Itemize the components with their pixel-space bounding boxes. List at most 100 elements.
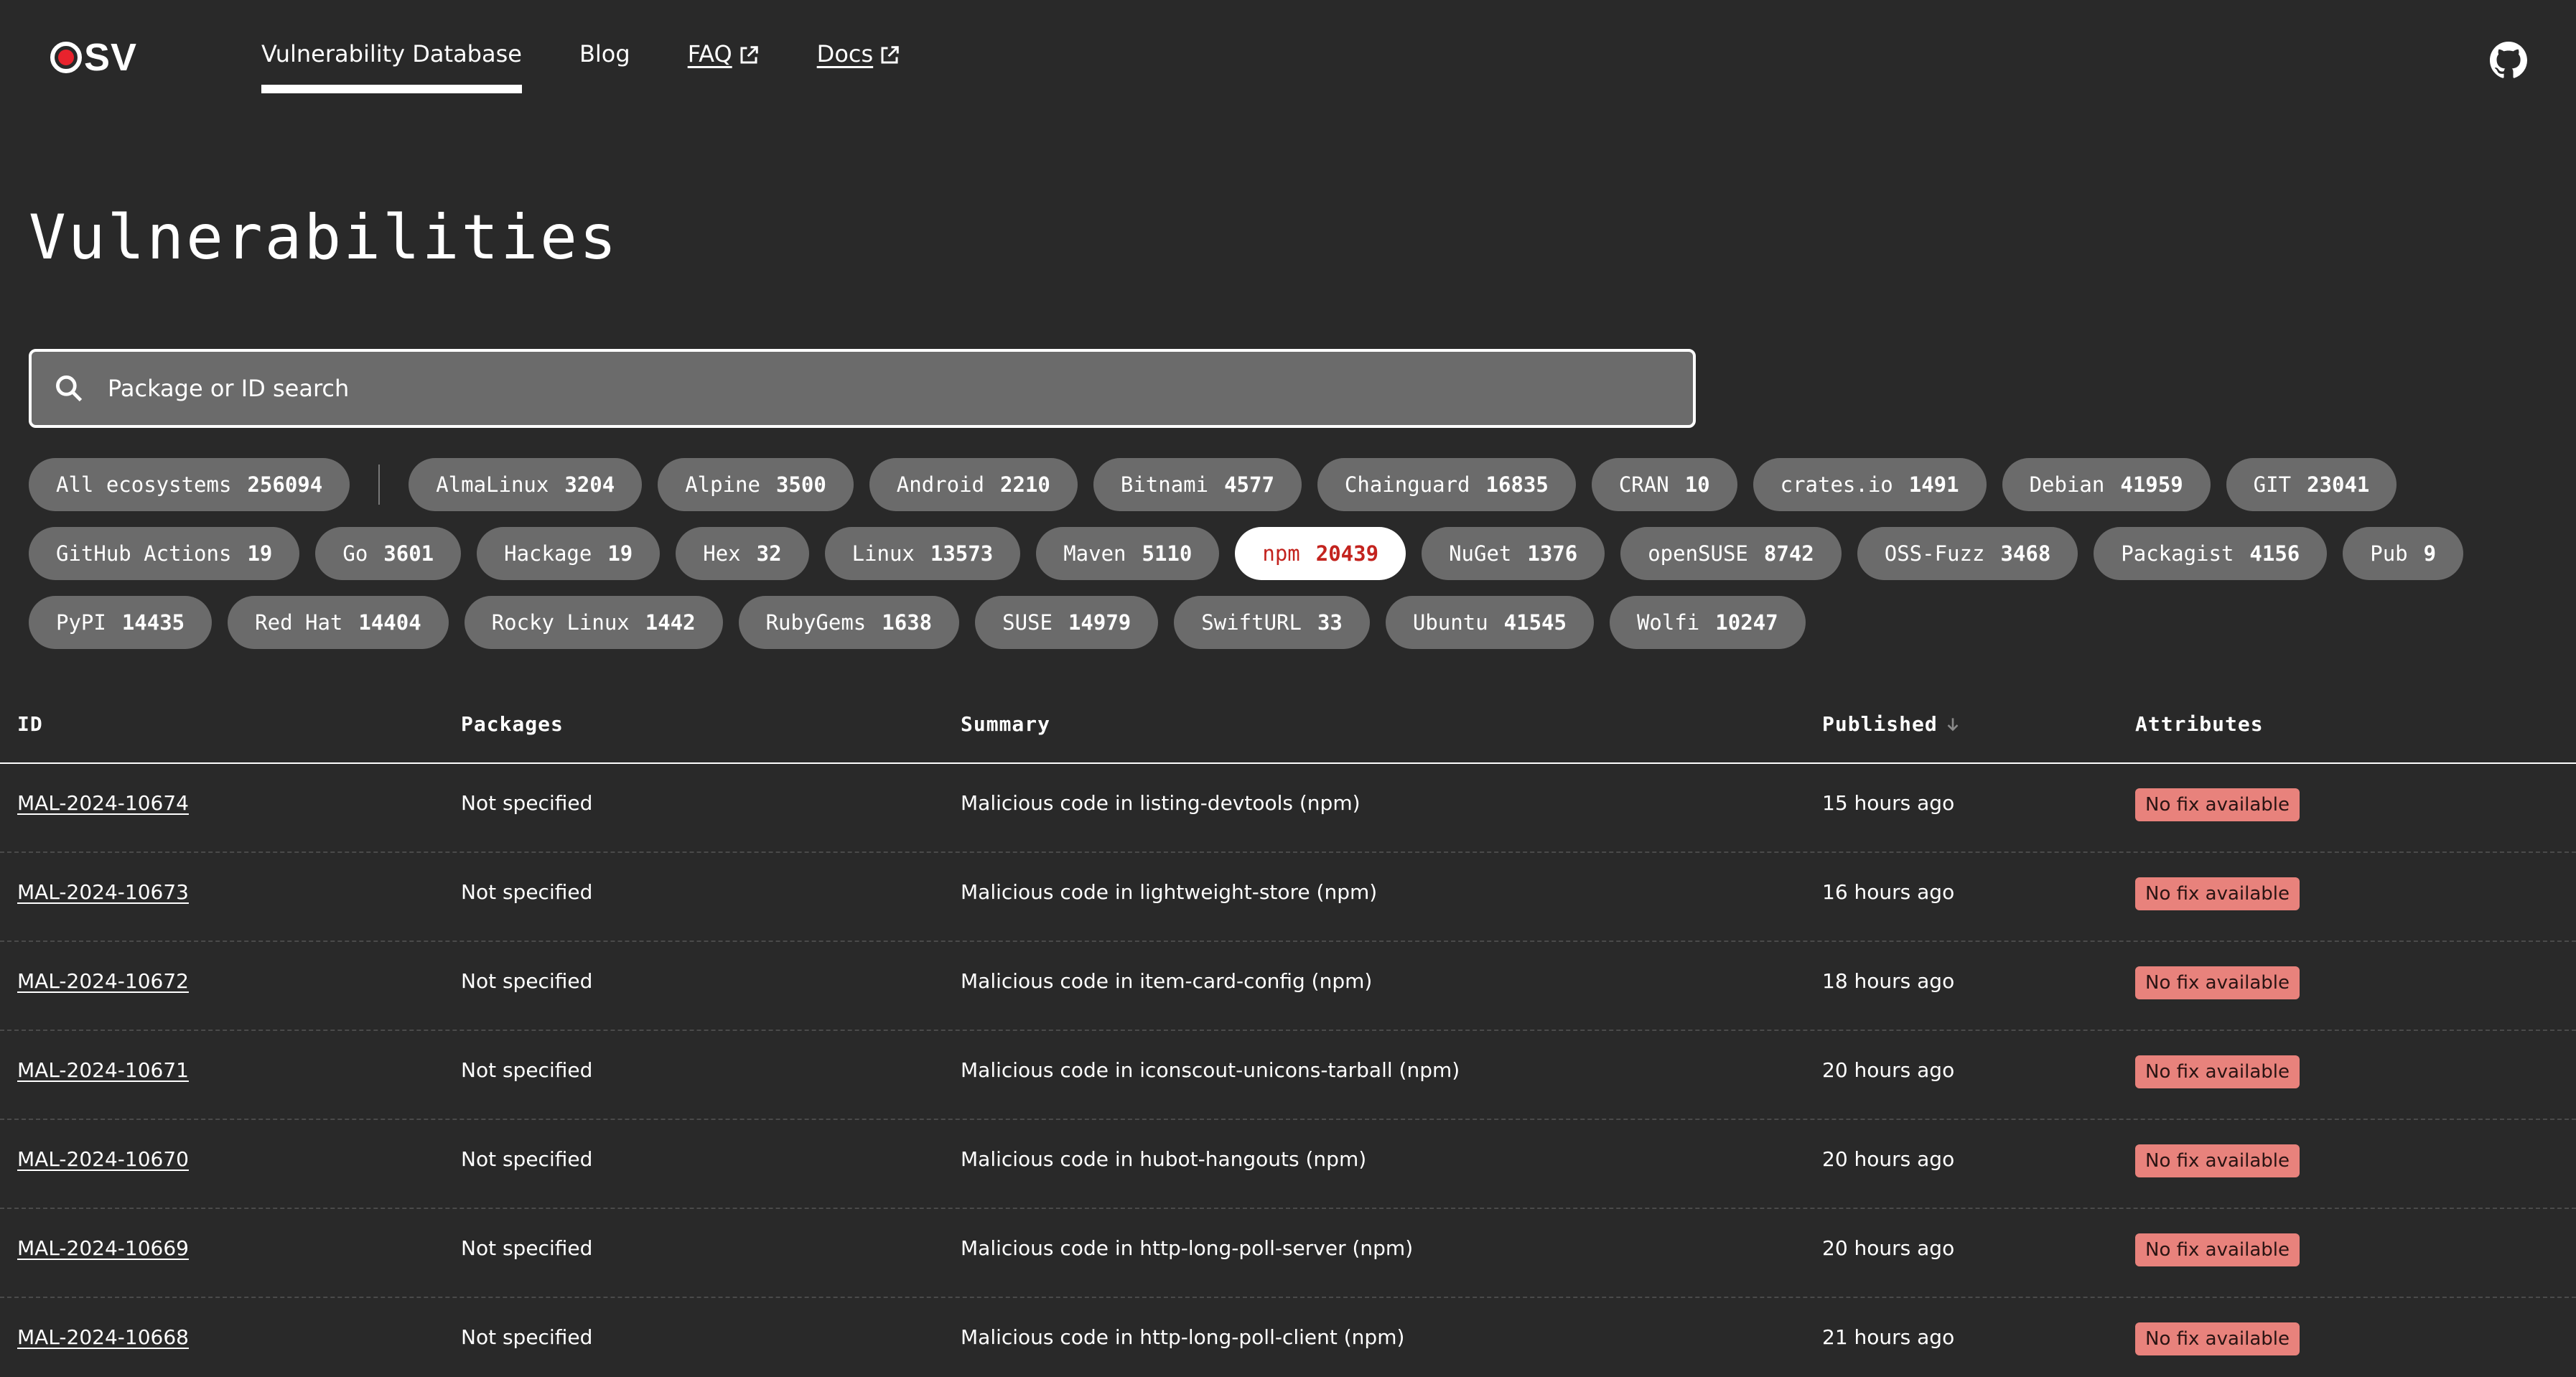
no-fix-badge: No fix available bbox=[2135, 788, 2300, 821]
column-header-packages[interactable]: Packages bbox=[461, 712, 564, 736]
chip-label: Maven bbox=[1063, 541, 1126, 566]
chip-oss-fuzz[interactable]: OSS-Fuzz 3468 bbox=[1857, 527, 2078, 580]
packages-cell: Not specified bbox=[461, 969, 593, 993]
chip-label: OSS-Fuzz bbox=[1884, 541, 1985, 566]
nav-vulnerability-database[interactable]: Vulnerability Database bbox=[261, 40, 522, 95]
table-row[interactable]: MAL-2024-10670 Not specified Malicious cod… bbox=[0, 1120, 2576, 1209]
github-icon[interactable] bbox=[2490, 42, 2527, 79]
vulnerability-id-link[interactable]: MAL-2024-10669 bbox=[17, 1236, 189, 1260]
chip-label: Packagist bbox=[2121, 541, 2234, 566]
chip-cran[interactable]: CRAN 10 bbox=[1591, 458, 1737, 511]
chip-chainguard[interactable]: Chainguard 16835 bbox=[1317, 458, 1576, 511]
summary-cell: Malicious code in item-card-config (npm) bbox=[961, 969, 1373, 993]
vulnerability-id-link[interactable]: MAL-2024-10670 bbox=[17, 1147, 189, 1171]
chip-label: RubyGems bbox=[765, 610, 867, 635]
chip-label: SwiftURL bbox=[1201, 610, 1302, 635]
table-body: MAL-2024-10674 Not specified Malicious cod… bbox=[0, 764, 2576, 1377]
chip-maven[interactable]: Maven 5110 bbox=[1036, 527, 1220, 580]
chip-label: Bitnami bbox=[1120, 472, 1209, 497]
chip-swifturl[interactable]: SwiftURL 33 bbox=[1174, 596, 1370, 649]
chip-label: crates.io bbox=[1780, 472, 1893, 497]
chip-nuget[interactable]: NuGet 1376 bbox=[1422, 527, 1605, 580]
chip-label: CRAN bbox=[1618, 472, 1669, 497]
table-row[interactable]: MAL-2024-10668 Not specified Malicious cod… bbox=[0, 1298, 2576, 1377]
table-row[interactable]: MAL-2024-10669 Not specified Malicious cod… bbox=[0, 1209, 2576, 1298]
table-row[interactable]: MAL-2024-10671 Not specified Malicious cod… bbox=[0, 1031, 2576, 1120]
chip-label: Chainguard bbox=[1344, 472, 1470, 497]
chip-label: PyPI bbox=[56, 610, 106, 635]
chip-label: GitHub Actions bbox=[56, 541, 232, 566]
column-header-summary[interactable]: Summary bbox=[961, 712, 1050, 736]
chip-hackage[interactable]: Hackage 19 bbox=[477, 527, 661, 580]
table-row[interactable]: MAL-2024-10672 Not specified Malicious cod… bbox=[0, 942, 2576, 1031]
table-row[interactable]: MAL-2024-10673 Not specified Malicious cod… bbox=[0, 853, 2576, 942]
column-header-published-label: Published bbox=[1822, 712, 1938, 736]
chip-label: Wolfi bbox=[1636, 610, 1700, 635]
chip-count: 8742 bbox=[1763, 541, 1814, 566]
sort-arrow-down-icon[interactable] bbox=[1943, 715, 1962, 734]
chip-rocky-linux[interactable]: Rocky Linux 1442 bbox=[464, 596, 723, 649]
chip-red-hat[interactable]: Red Hat 14404 bbox=[228, 596, 449, 649]
chip-label: AlmaLinux bbox=[436, 472, 549, 497]
chip-bitnami[interactable]: Bitnami 4577 bbox=[1093, 458, 1302, 511]
chip-hex[interactable]: Hex 32 bbox=[676, 527, 809, 580]
chip-crates-io[interactable]: crates.io 1491 bbox=[1753, 458, 1987, 511]
vulnerability-id-link[interactable]: MAL-2024-10668 bbox=[17, 1325, 189, 1349]
published-cell: 20 hours ago bbox=[1822, 1147, 1955, 1171]
column-header-id[interactable]: ID bbox=[17, 712, 43, 736]
chip-count: 14404 bbox=[358, 610, 421, 635]
chip-count: 41545 bbox=[1503, 610, 1567, 635]
chip-github-actions[interactable]: GitHub Actions 19 bbox=[29, 527, 300, 580]
chip-go[interactable]: Go 3601 bbox=[315, 527, 462, 580]
chip-count: 10 bbox=[1684, 472, 1710, 497]
no-fix-badge: No fix available bbox=[2135, 1322, 2300, 1355]
vulnerability-id-link[interactable]: MAL-2024-10672 bbox=[17, 969, 189, 993]
chip-alpine[interactable]: Alpine 3500 bbox=[658, 458, 854, 511]
chip-count: 3500 bbox=[775, 472, 826, 497]
chip-ubuntu[interactable]: Ubuntu 41545 bbox=[1385, 596, 1594, 649]
chip-linux[interactable]: Linux 13573 bbox=[824, 527, 1021, 580]
chip-label: GIT bbox=[2253, 472, 2292, 497]
vulnerability-table: ID Packages Summary Published Attributes… bbox=[0, 689, 2576, 1377]
chip-count: 4156 bbox=[2249, 541, 2300, 566]
chip-debian[interactable]: Debian 41959 bbox=[2002, 458, 2211, 511]
chip-wolfi[interactable]: Wolfi 10247 bbox=[1609, 596, 1806, 649]
summary-cell: Malicious code in lightweight-store (npm… bbox=[961, 880, 1378, 904]
osv-logo[interactable]: SV bbox=[50, 36, 137, 79]
external-link-icon bbox=[740, 46, 758, 64]
chip-all-ecosystems[interactable]: All ecosystems 256094 bbox=[29, 458, 350, 511]
column-header-attributes[interactable]: Attributes bbox=[2135, 712, 2264, 736]
chip-label: Alpine bbox=[685, 472, 760, 497]
chip-label: Hex bbox=[703, 541, 741, 566]
chip-pub[interactable]: Pub 9 bbox=[2343, 527, 2464, 580]
column-header-published[interactable]: Published bbox=[1822, 712, 1962, 736]
chip-npm[interactable]: npm 20439 bbox=[1235, 527, 1406, 580]
vulnerability-id-link[interactable]: MAL-2024-10673 bbox=[17, 880, 189, 904]
chip-git[interactable]: GIT 23041 bbox=[2226, 458, 2397, 511]
chip-packagist[interactable]: Packagist 4156 bbox=[2094, 527, 2328, 580]
chip-rubygems[interactable]: RubyGems 1638 bbox=[738, 596, 960, 649]
search-input[interactable] bbox=[106, 359, 1693, 418]
nav-faq[interactable]: FAQ bbox=[688, 40, 760, 95]
chip-android[interactable]: Android 2210 bbox=[869, 458, 1078, 511]
chip-count: 33 bbox=[1317, 610, 1343, 635]
chip-suse[interactable]: SUSE 14979 bbox=[975, 596, 1159, 649]
no-fix-badge: No fix available bbox=[2135, 1144, 2300, 1177]
chip-label: Debian bbox=[2029, 472, 2105, 497]
published-cell: 18 hours ago bbox=[1822, 969, 1955, 993]
vulnerability-id-link[interactable]: MAL-2024-10674 bbox=[17, 791, 189, 815]
chip-count: 32 bbox=[756, 541, 782, 566]
chip-count: 1491 bbox=[1908, 472, 1959, 497]
nav-docs[interactable]: Docs bbox=[817, 40, 900, 95]
chip-count: 2210 bbox=[1000, 472, 1050, 497]
chip-almalinux[interactable]: AlmaLinux 3204 bbox=[409, 458, 643, 511]
nav-blog[interactable]: Blog bbox=[579, 40, 630, 95]
table-row[interactable]: MAL-2024-10674 Not specified Malicious cod… bbox=[0, 764, 2576, 853]
chip-opensuse[interactable]: openSUSE 8742 bbox=[1620, 527, 1842, 580]
nav-label: Docs bbox=[816, 40, 874, 67]
chip-pypi[interactable]: PyPI 14435 bbox=[29, 596, 213, 649]
chip-count: 19 bbox=[607, 541, 633, 566]
vulnerability-id-link[interactable]: MAL-2024-10671 bbox=[17, 1058, 189, 1082]
chip-label: Hackage bbox=[504, 541, 592, 566]
nav-label: FAQ bbox=[687, 40, 732, 67]
